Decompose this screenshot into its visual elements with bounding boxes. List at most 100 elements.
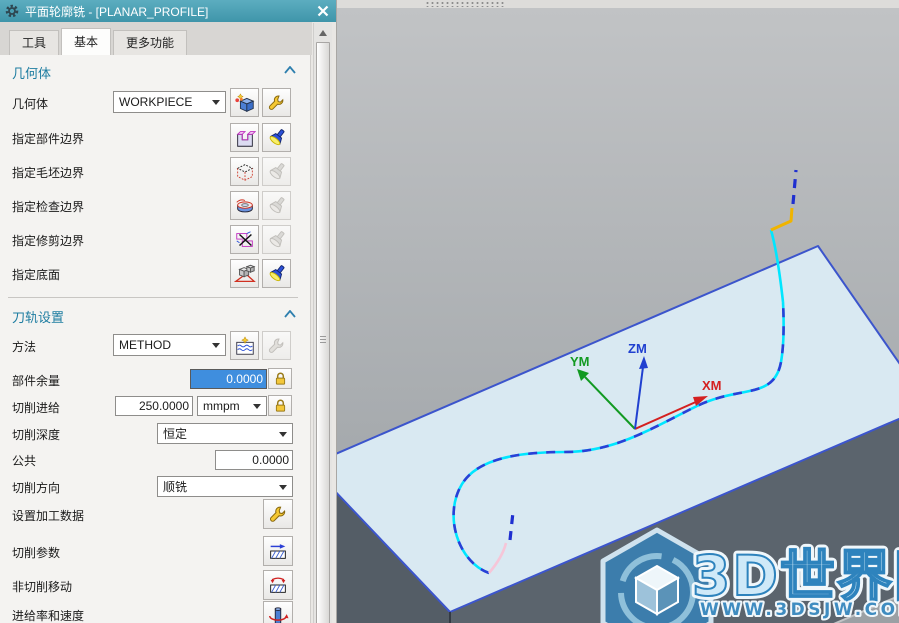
- feeds-speeds-label: 进给率和速度: [12, 609, 85, 623]
- cut-feed-unit-select[interactable]: mmpm: [197, 396, 267, 416]
- check-boundary-label: 指定检查边界: [12, 200, 85, 214]
- trim-boundary-select-button: [262, 225, 291, 254]
- lock-icon: [275, 399, 285, 412]
- method-new-button[interactable]: [230, 331, 259, 360]
- watermark-site: WWW.3DSJW.COM: [700, 600, 899, 620]
- edit-wrench-disabled-icon: [268, 337, 283, 353]
- check-boundary-button[interactable]: [230, 191, 259, 220]
- create-geometry-button[interactable]: [230, 88, 259, 117]
- edit-wrench-icon: [269, 506, 285, 522]
- create-geometry-icon: [234, 92, 254, 112]
- dialog-body: 几何体 几何体 WORKPIECE 指定部件边界 指定毛坯边界 指定检查边界 指…: [0, 55, 311, 623]
- close-icon: [317, 5, 329, 17]
- non-cutting-button[interactable]: [263, 570, 293, 600]
- gear-icon: [5, 4, 19, 18]
- blank-boundary-select-button: [262, 157, 291, 186]
- scroll-up-button[interactable]: [314, 23, 332, 39]
- scroll-up-icon: [319, 26, 327, 36]
- method-label: 方法: [12, 340, 37, 354]
- trim-boundary-label: 指定修剪边界: [12, 234, 85, 248]
- scrollbar-thumb[interactable]: [316, 42, 330, 623]
- axis-y-label: YM: [570, 354, 590, 369]
- geometry-section-header[interactable]: 几何体: [12, 63, 51, 82]
- cut-direction-select[interactable]: 顺铣: [157, 476, 293, 497]
- geometry-label: 几何体: [12, 97, 49, 111]
- non-cutting-label: 非切削移动: [12, 580, 73, 594]
- floor-face-icon: [233, 264, 256, 282]
- common-label: 公共: [12, 454, 37, 468]
- dialog-scrollbar[interactable]: [313, 23, 332, 623]
- part-stock-lock-button[interactable]: [268, 368, 292, 389]
- watermark: 3D世界网 3D世界网 WWW.3DSJW.COM WWW.3DSJW.COM: [600, 527, 899, 623]
- dialog-tabstrip: 工具 基本 更多功能: [0, 22, 312, 55]
- blank-boundary-icon: [236, 163, 253, 181]
- check-boundary-icon: [235, 198, 253, 212]
- feeds-speeds-button[interactable]: [263, 601, 293, 623]
- axis-x-label: XM: [702, 378, 722, 393]
- blank-boundary-button[interactable]: [230, 157, 259, 186]
- cut-feed-lock-button[interactable]: [268, 395, 292, 416]
- edit-geometry-button[interactable]: [262, 88, 291, 117]
- select-flashlight-disabled-icon: [269, 230, 284, 247]
- part-boundary-select-button[interactable]: [262, 123, 291, 152]
- common-input[interactable]: 0.0000: [215, 450, 293, 470]
- nx-cam-window: 平面轮廓铣 - [PLANAR_PROFILE] 工具 基本 更多功能 几何体 …: [0, 0, 899, 623]
- part-boundary-icon: [236, 130, 256, 147]
- trim-boundary-icon: [235, 230, 253, 247]
- cut-depth-select[interactable]: 恒定: [157, 423, 293, 444]
- machining-data-label: 设置加工数据: [12, 509, 85, 523]
- cut-depth-label: 切削深度: [12, 428, 61, 442]
- part-boundary-label: 指定部件边界: [12, 132, 85, 146]
- feeds-speeds-icon: [269, 607, 289, 623]
- floor-face-button[interactable]: [230, 259, 259, 288]
- chevron-down-icon: [253, 404, 261, 413]
- select-flashlight-icon: [269, 128, 284, 145]
- dialog-title: 平面轮廓铣 - [PLANAR_PROFILE]: [25, 4, 209, 19]
- collapse-chevron-icon[interactable]: [284, 66, 296, 74]
- lock-icon: [275, 372, 285, 385]
- cut-feed-label: 切削进给: [12, 401, 61, 415]
- toolbar-strip: [337, 0, 899, 8]
- part-boundary-button[interactable]: [230, 123, 259, 152]
- viewport-canvas[interactable]: XM YM ZM 3D世界网 3D世界网 WWW.3DSJ: [337, 0, 899, 623]
- method-edit-button: [262, 331, 291, 360]
- dialog-titlebar[interactable]: 平面轮廓铣 - [PLANAR_PROFILE]: [0, 0, 336, 22]
- chevron-down-icon: [279, 431, 287, 441]
- chevron-down-icon: [212, 100, 220, 109]
- edit-wrench-icon: [268, 94, 283, 110]
- method-select[interactable]: METHOD: [113, 334, 226, 356]
- machining-data-button[interactable]: [263, 499, 293, 529]
- select-flashlight-disabled-icon: [269, 196, 284, 213]
- blank-boundary-label: 指定毛坯边界: [12, 166, 85, 180]
- watermark-title: 3D世界网: [692, 544, 899, 608]
- check-boundary-select-button: [262, 191, 291, 220]
- select-flashlight-icon: [269, 264, 284, 281]
- trim-boundary-button[interactable]: [230, 225, 259, 254]
- geometry-select[interactable]: WORKPIECE: [113, 91, 226, 113]
- section-divider: [8, 297, 298, 298]
- part-stock-label: 部件余量: [12, 374, 61, 388]
- drag-dots-icon[interactable]: [425, 1, 505, 7]
- method-icon: [235, 335, 254, 355]
- tab-tools[interactable]: 工具: [9, 30, 60, 55]
- chevron-down-icon: [279, 484, 287, 494]
- thumb-grip-icon: [320, 336, 326, 343]
- part-stock-input[interactable]: 0.0000: [190, 369, 267, 389]
- tab-more[interactable]: 更多功能: [113, 30, 188, 55]
- select-flashlight-disabled-icon: [269, 162, 284, 179]
- cutting-params-label: 切削参数: [12, 546, 61, 560]
- toolpath-section-header[interactable]: 刀轨设置: [12, 307, 64, 326]
- cut-direction-label: 切削方向: [12, 481, 61, 495]
- tab-basic[interactable]: 基本: [61, 28, 112, 55]
- cutting-params-icon: [270, 544, 286, 559]
- collapse-chevron-icon[interactable]: [284, 310, 296, 318]
- close-button[interactable]: [310, 0, 336, 22]
- planar-profile-dialog: 平面轮廓铣 - [PLANAR_PROFILE] 工具 基本 更多功能 几何体 …: [0, 0, 337, 623]
- graphics-viewport: XM YM ZM 3D世界网 3D世界网 WWW.3DSJ: [337, 0, 899, 623]
- cutting-params-button[interactable]: [263, 536, 293, 566]
- non-cutting-moves-icon: [270, 577, 286, 593]
- floor-select-button[interactable]: [262, 259, 291, 288]
- chevron-down-icon: [212, 343, 220, 352]
- floor-label: 指定底面: [12, 268, 61, 282]
- cut-feed-input[interactable]: 250.0000: [115, 396, 193, 416]
